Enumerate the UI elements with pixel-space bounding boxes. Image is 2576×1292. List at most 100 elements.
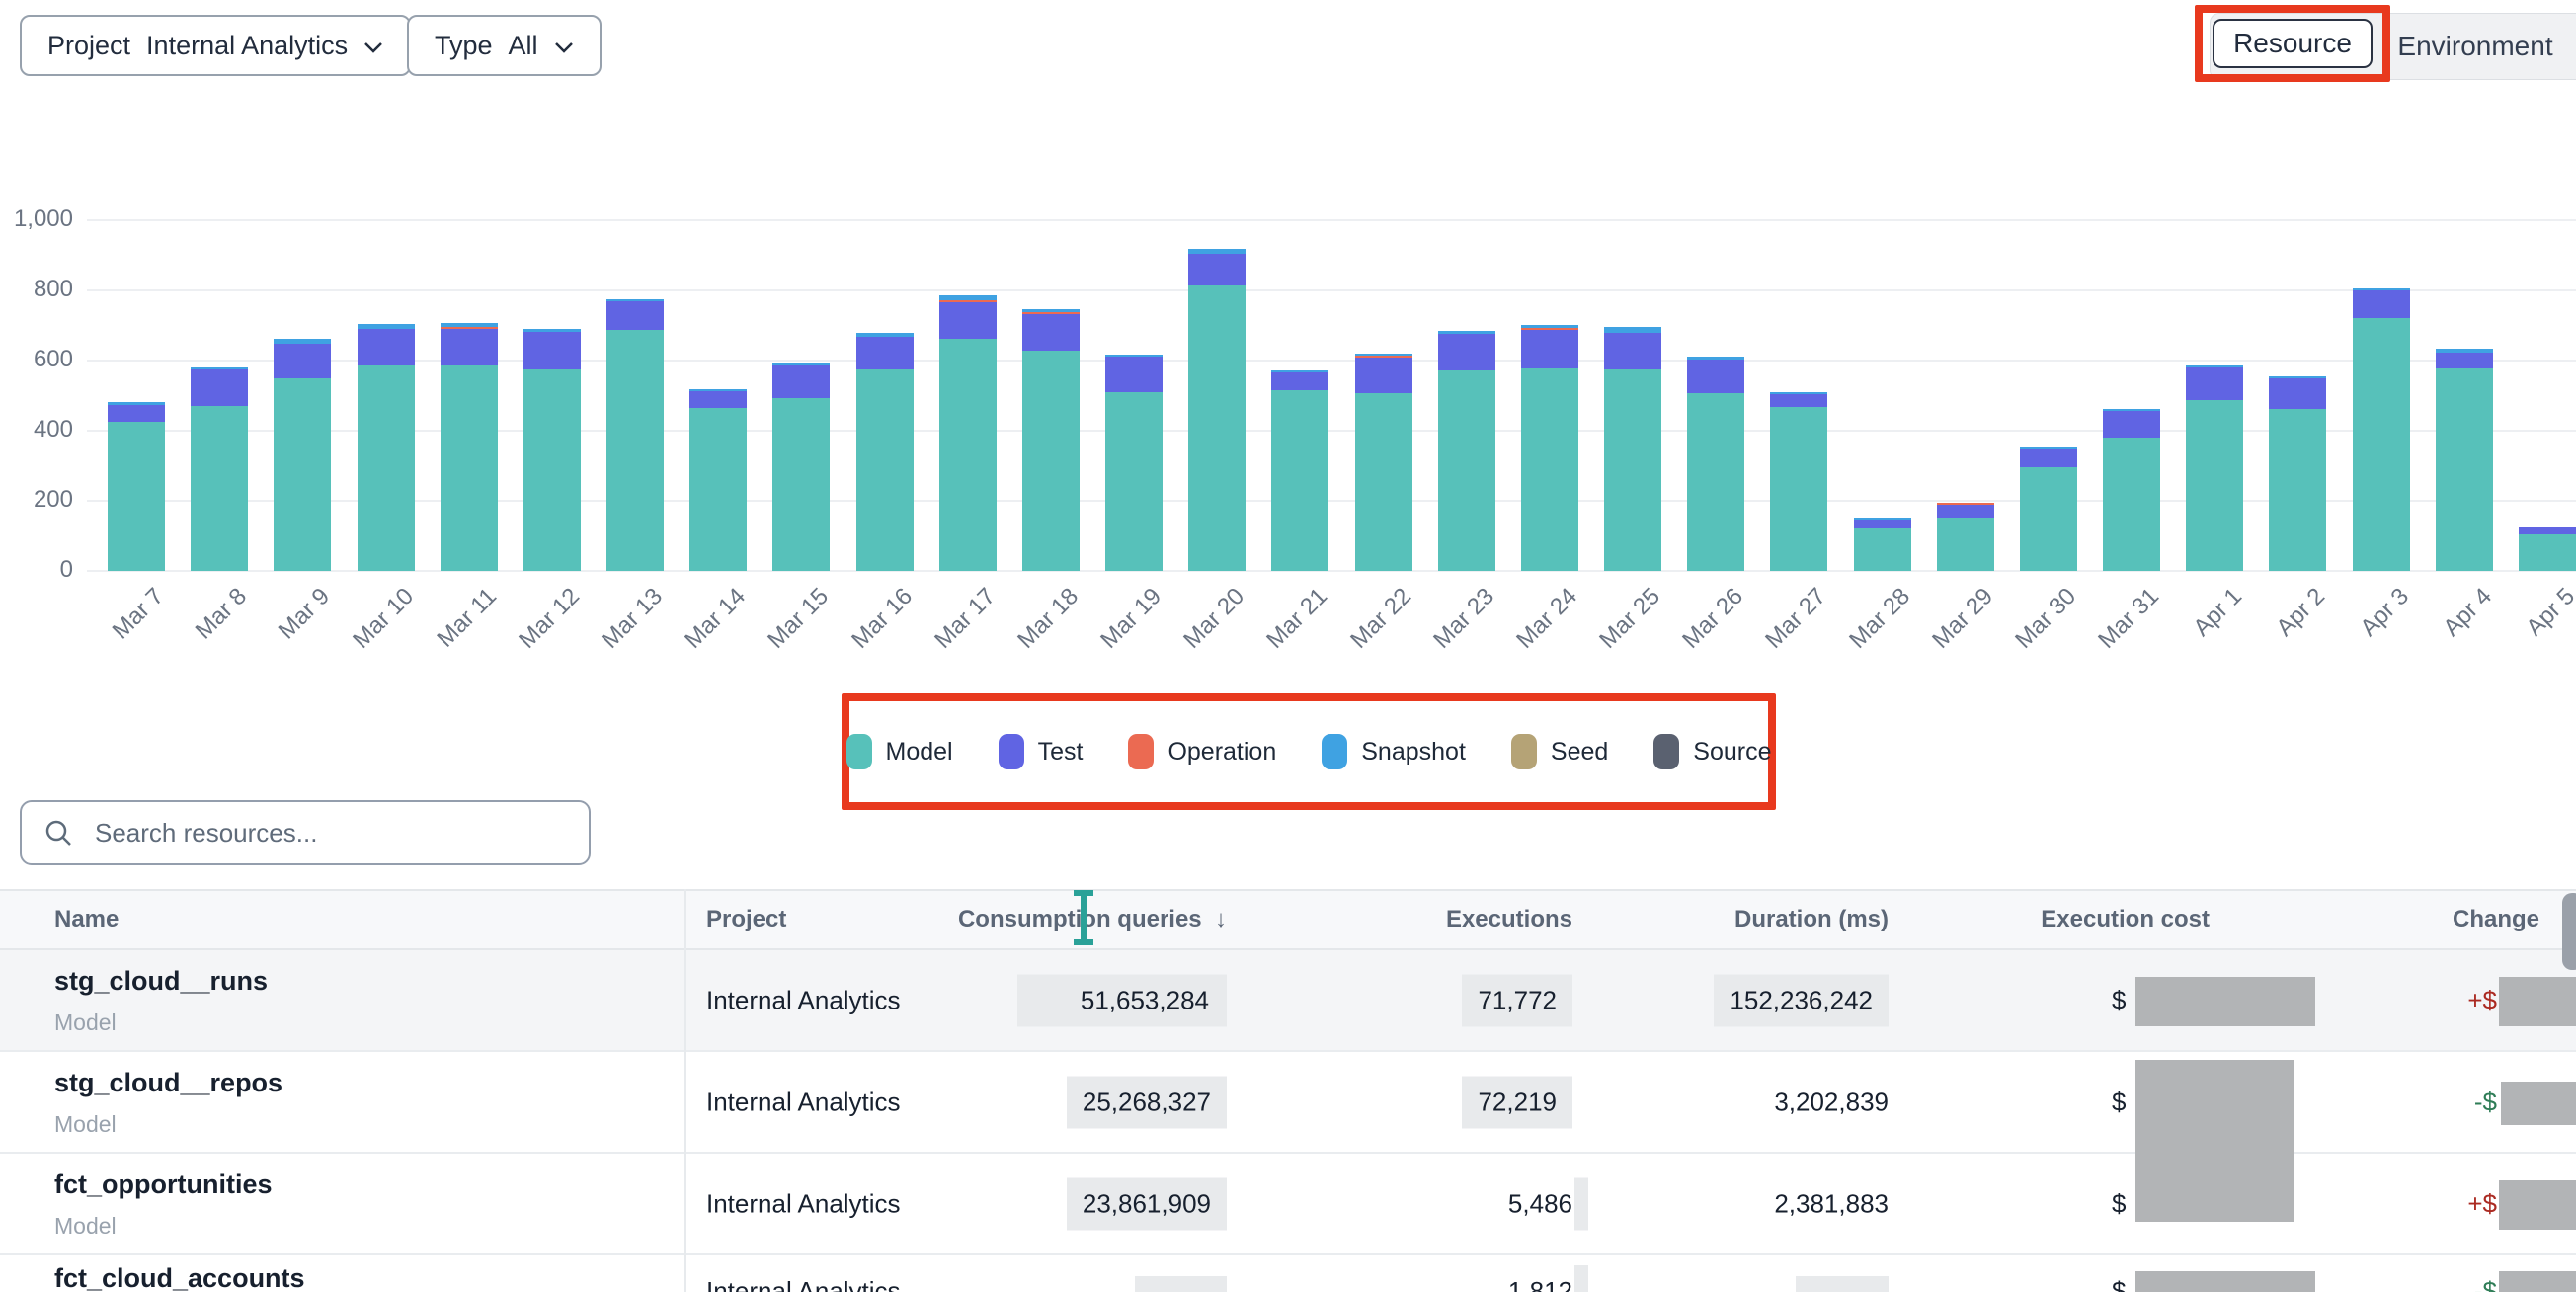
bar-segment-test (1687, 360, 1744, 393)
bar-mar-9[interactable] (274, 339, 331, 571)
bar-mar-21[interactable] (1271, 370, 1328, 571)
scrollbar-thumb[interactable] (2562, 893, 2576, 970)
bar-mar-23[interactable] (1438, 331, 1495, 571)
bar-mar-20[interactable] (1188, 249, 1246, 571)
table-body: stg_cloud__runsModelInternal Analytics51… (0, 950, 2576, 1292)
bar-apr-3[interactable] (2353, 288, 2410, 571)
toggle-environment-button[interactable]: Environment (2382, 13, 2568, 80)
legend-item-model[interactable]: Model (846, 734, 953, 769)
bar-mar-28[interactable] (1854, 518, 1911, 571)
bar-mar-26[interactable] (1687, 357, 1744, 571)
column-header-consumption-queries[interactable]: Consumption queries ↓ (958, 906, 1227, 933)
bar-segment-test (1438, 334, 1495, 370)
bar-mar-8[interactable] (191, 367, 248, 571)
project-cell: Internal Analytics (706, 1087, 901, 1117)
table-row-stg_cloud__runs[interactable]: stg_cloud__runsModelInternal Analytics51… (0, 950, 2576, 1052)
search-box[interactable] (20, 800, 591, 865)
legend-swatch-model (846, 734, 872, 769)
bar-segment-model (1521, 368, 1578, 571)
execution-cost-prefix: $ (2112, 985, 2126, 1015)
legend-swatch-operation (1128, 734, 1154, 769)
bar-mar-14[interactable] (689, 389, 747, 571)
chevron-down-icon (363, 41, 383, 53)
bar-mar-16[interactable] (856, 333, 914, 571)
bar-segment-model (689, 408, 747, 571)
bar-mar-18[interactable] (1022, 309, 1080, 571)
bar-mar-13[interactable] (606, 299, 664, 571)
bar-segment-test (606, 301, 664, 330)
bar-mar-7[interactable] (108, 402, 165, 571)
table-row-stg_cloud__repos[interactable]: stg_cloud__reposModelInternal Analytics2… (0, 1052, 2576, 1154)
table-row-fct_cloud_accounts[interactable]: fct_cloud_accountsModelInternal Analytic… (0, 1255, 2576, 1292)
execution-cost-prefix: $ (2112, 1087, 2126, 1117)
column-header-execution-cost[interactable]: Execution cost (2041, 906, 2210, 933)
column-header-change[interactable]: Change (2453, 906, 2539, 933)
legend-item-source[interactable]: Source (1653, 734, 1771, 769)
bar-apr-1[interactable] (2186, 365, 2243, 571)
bar-segment-model (191, 406, 248, 571)
bar-segment-model (2353, 318, 2410, 571)
consumption-queries-cell: 23,861,909 (1067, 1177, 1227, 1230)
legend-item-snapshot[interactable]: Snapshot (1322, 734, 1466, 769)
duration-cell: 87,792,551 (1729, 1276, 1889, 1292)
bar-segment-test (1770, 394, 1827, 407)
bar-segment-model (1271, 390, 1328, 571)
project-cell: Internal Analytics (706, 1188, 901, 1219)
bar-mar-24[interactable] (1521, 325, 1578, 571)
column-header-name[interactable]: Name (54, 906, 119, 933)
bar-apr-2[interactable] (2269, 376, 2326, 571)
bar-mar-11[interactable] (441, 323, 498, 571)
bar-mar-17[interactable] (939, 295, 997, 571)
bar-mar-19[interactable] (1105, 355, 1163, 571)
bar-mar-10[interactable] (358, 324, 415, 571)
bar-mar-15[interactable] (772, 363, 830, 571)
bar-segment-model (1687, 393, 1744, 571)
bar-segment-test (1937, 505, 1994, 518)
bar-segment-test (2020, 449, 2077, 467)
redaction-box-change (2501, 1082, 2576, 1125)
legend-label: Operation (1167, 738, 1276, 767)
type-filter-dropdown[interactable]: Type All (407, 15, 602, 76)
bar-segment-model (1770, 407, 1827, 571)
bar-mar-30[interactable] (2020, 447, 2077, 571)
bar-segment-model (1105, 392, 1163, 571)
column-header-executions[interactable]: Executions (1446, 906, 1572, 933)
legend-item-test[interactable]: Test (999, 734, 1084, 769)
bar-mar-27[interactable] (1770, 392, 1827, 571)
legend-label: Test (1038, 738, 1084, 767)
search-input[interactable] (93, 817, 567, 849)
bar-mar-25[interactable] (1604, 327, 1661, 571)
bar-segment-test (689, 391, 747, 408)
bar-apr-5[interactable] (2519, 527, 2576, 571)
bar-mar-31[interactable] (2103, 409, 2160, 571)
column-header-duration[interactable]: Duration (ms) (1734, 906, 1889, 933)
bar-apr-4[interactable] (2436, 349, 2493, 571)
bar-segment-test (2353, 290, 2410, 318)
chevron-down-icon (554, 41, 574, 53)
toggle-resource-label: Resource (2233, 28, 2352, 59)
legend-item-operation[interactable]: Operation (1128, 734, 1276, 769)
bar-mar-22[interactable] (1355, 354, 1412, 571)
bar-segment-model (2519, 534, 2576, 571)
project-filter-label: Project (47, 31, 130, 61)
legend-swatch-snapshot (1322, 734, 1347, 769)
y-axis-tick-label: 600 (0, 346, 73, 373)
project-cell: Internal Analytics (706, 985, 901, 1015)
bar-mar-12[interactable] (523, 329, 581, 571)
dashboard: Project Internal Analytics Type All Reso… (0, 0, 2576, 1292)
resource-name: stg_cloud__repos (54, 1068, 282, 1098)
resource-type: Model (54, 1009, 117, 1036)
project-cell: Internal Analytics (706, 1276, 901, 1292)
y-axis-tick-label: 200 (0, 486, 73, 514)
project-filter-dropdown[interactable]: Project Internal Analytics (20, 15, 411, 76)
execution-cost-prefix: $ (2112, 1188, 2126, 1219)
toggle-resource-button[interactable]: Resource (2213, 19, 2373, 68)
execution-cost-prefix: $ (2112, 1276, 2126, 1292)
bar-mar-29[interactable] (1937, 503, 1994, 571)
bar-segment-test (1188, 254, 1246, 285)
bar-segment-model (1022, 351, 1080, 571)
column-header-project[interactable]: Project (706, 906, 786, 933)
type-filter-value: All (509, 31, 538, 61)
y-axis-tick-label: 0 (0, 556, 73, 584)
legend-item-seed[interactable]: Seed (1511, 734, 1608, 769)
